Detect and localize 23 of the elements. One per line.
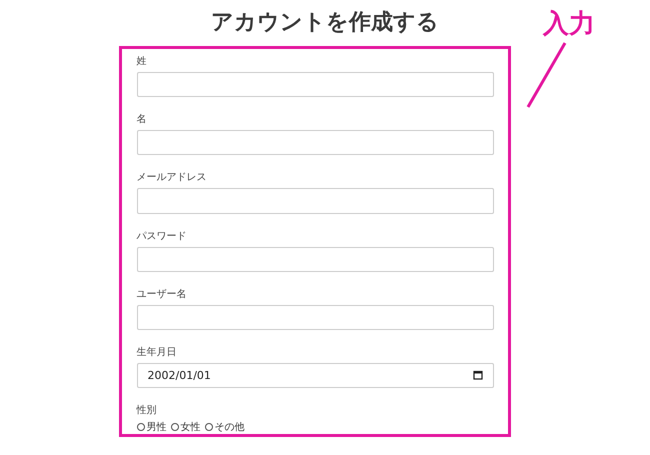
leader-line xyxy=(526,42,566,108)
date-field[interactable]: 2002/01/01 xyxy=(136,362,494,388)
calendar-icon[interactable] xyxy=(472,370,482,380)
field-label: 姓 xyxy=(136,55,148,69)
text-field[interactable] xyxy=(136,130,494,156)
field-label: 性別 xyxy=(136,404,158,418)
radio-button[interactable] xyxy=(204,423,212,432)
field-label: ユーザー名 xyxy=(136,288,188,302)
radio-button[interactable] xyxy=(136,423,144,432)
radio-label: 女性 xyxy=(180,420,200,434)
field-label: 生年月日 xyxy=(136,346,178,360)
field-label: メールアドレス xyxy=(136,171,208,186)
field-label: パスワード xyxy=(136,230,188,244)
text-field[interactable] xyxy=(136,246,494,272)
radio-label: 男性 xyxy=(146,420,166,434)
text-field[interactable] xyxy=(136,188,494,214)
text-field[interactable] xyxy=(136,304,494,330)
radio-button[interactable] xyxy=(170,423,178,432)
callout-label: 入力 xyxy=(543,8,595,41)
radio-label: その他 xyxy=(214,421,244,434)
text-field[interactable] xyxy=(136,72,494,98)
page-title: アカウントを作成する xyxy=(211,9,439,37)
field-label: 名 xyxy=(136,113,148,128)
